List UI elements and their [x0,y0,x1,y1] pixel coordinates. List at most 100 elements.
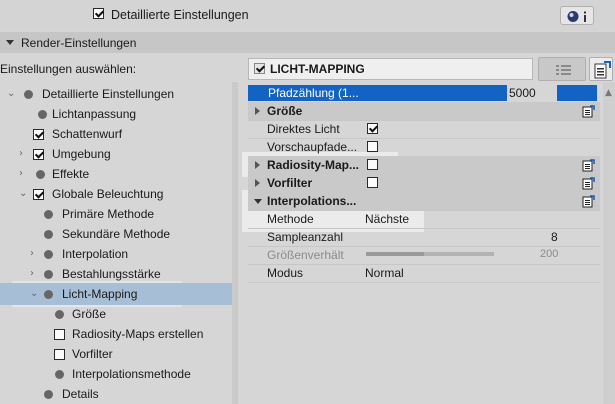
group-label: Größe [267,104,303,118]
tree-item-radiosity-maps[interactable]: Radiosity-Maps erstellen [0,324,232,344]
prefilter-group-checkbox[interactable] [367,177,378,188]
environment-checkbox[interactable] [33,149,44,160]
group-prefilter[interactable]: Vorfilter [248,174,600,193]
tree-item-environment[interactable]: › Umgebung [0,144,232,164]
bullet-icon [44,230,53,239]
bullet-icon [44,210,53,219]
panel-title: LICHT-MAPPING [270,62,365,76]
tree-item-label: Globale Beleuchtung [52,187,164,201]
list-icon [556,65,571,75]
expand-triangle-icon[interactable] [255,179,260,187]
tree-item-label: Lichtanpassung [52,107,137,121]
tree-item-details[interactable]: Details [0,384,232,404]
tree-item-detailed-settings[interactable]: ⌄ Detaillierte Einstellungen [0,84,232,104]
edit-group-icon[interactable] [581,103,596,118]
expand-triangle-icon[interactable] [255,161,260,169]
bullet-icon [36,170,45,179]
bullet-icon [44,250,53,259]
tree-item-label: Effekte [52,167,90,181]
path-count-value[interactable]: 5000 [509,86,536,100]
chevron-down-icon[interactable]: ⌄ [19,188,27,199]
scroll-up-icon[interactable]: ▲ [605,88,612,98]
tree-item-interpolation[interactable]: › Interpolation [0,244,232,264]
tree-item-size[interactable]: Größe [0,304,232,324]
detailed-settings-label: Detaillierte Einstellungen [111,8,249,22]
export-button[interactable] [589,57,613,81]
tree-item-label: Sekundäre Methode [62,227,171,241]
tree-item-secondary-method[interactable]: Sekundäre Methode [0,224,232,244]
group-label: Interpolations... [267,194,357,208]
tree-item-prefilter[interactable]: Vorfilter [0,344,232,364]
list-view-button[interactable] [538,57,586,81]
tree-item-label: Interpolationsmethode [72,367,191,381]
tree-item-light-adjust[interactable]: Lichtanpassung [0,104,232,124]
path-count-slider[interactable] [557,85,597,101]
row-sample-count[interactable]: Sampleanzahl 8 [248,228,600,247]
bullet-icon [38,110,47,119]
tree-item-light-mapping[interactable]: ⌄ Licht-Mapping [0,284,232,304]
bullet-icon [44,390,53,399]
mode-dropdown[interactable]: Normal [365,266,404,280]
gi-checkbox[interactable] [33,189,44,200]
chevron-down-icon[interactable]: ⌄ [7,88,15,99]
row-label: Vorschaupfade... [267,140,358,154]
tree-item-irradiance[interactable]: › Bestahlungsstärke [0,264,232,284]
radiosity-map-checkbox[interactable] [367,159,378,170]
row-label: Methode [267,212,314,226]
group-label: Radiosity-Map... [267,158,360,172]
tree-item-label: Größe [72,307,107,321]
detailed-settings-checkbox[interactable] [93,8,104,19]
tree-item-shadows[interactable]: Schattenwurf [0,124,232,144]
export-icon [594,61,611,79]
tree-scrollbar[interactable] [232,82,238,404]
chevron-right-icon[interactable]: › [19,148,23,159]
row-label: Sampleanzahl [267,230,344,244]
choose-settings-label: Einstellungen auswählen: [0,62,137,76]
row-method[interactable]: Methode Nächste [248,210,600,229]
tree-item-label: Licht-Mapping [62,287,138,301]
path-count-label: Pfadzählung (1... [268,86,359,100]
tree-item-primary-method[interactable]: Primäre Methode [0,204,232,224]
group-size[interactable]: Größe [248,102,600,121]
chevron-right-icon[interactable]: › [30,268,34,279]
row-mode[interactable]: Modus Normal [248,264,600,283]
bullet-icon [55,370,64,379]
group-interpolations[interactable]: Interpolations... [248,192,600,211]
bullet-icon [24,90,33,99]
collapse-triangle-icon[interactable] [6,40,14,45]
tree-item-effects[interactable]: › Effekte [0,164,232,184]
method-dropdown[interactable]: Nächste [365,212,409,226]
tree-item-global-illumination[interactable]: ⌄ Globale Beleuchtung [0,184,232,204]
edit-group-icon[interactable] [581,157,596,172]
tree-item-interpolation-method[interactable]: Interpolationsmethode [0,364,232,384]
light-mapping-checkbox[interactable] [254,63,265,74]
chevron-right-icon[interactable]: › [19,168,23,179]
group-label: Vorfilter [267,176,313,190]
row-direct-light[interactable]: Direktes Licht [248,120,600,139]
direct-light-checkbox[interactable] [367,123,378,134]
panel-scrollbar[interactable] [603,82,615,404]
radiosity-maps-checkbox[interactable] [54,329,65,340]
size-ratio-value: 200 [540,248,559,260]
chevron-right-icon[interactable]: › [30,248,34,259]
row-preview-paths[interactable]: Vorschaupfade... [248,138,600,157]
edit-group-icon[interactable] [581,193,596,208]
sample-count-value[interactable]: 8 [551,230,558,244]
tree-item-label: Interpolation [62,247,129,261]
expand-triangle-icon[interactable] [255,107,260,115]
tree-item-label: Bestahlungsstärke [62,267,161,281]
prefilter-checkbox[interactable] [54,349,65,360]
shadows-checkbox[interactable] [33,129,44,140]
tree-item-label: Vorfilter [72,347,113,361]
edit-group-icon[interactable] [581,175,596,190]
row-label: Modus [267,266,304,280]
info-button[interactable] [560,6,594,25]
collapse-triangle-icon[interactable] [254,199,262,204]
bullet-icon [44,270,53,279]
group-radiosity-maps[interactable]: Radiosity-Map... [248,156,600,175]
bullet-icon [44,290,53,299]
tree-item-label: Schattenwurf [52,127,123,141]
preview-paths-checkbox[interactable] [367,141,378,152]
row-label: Direktes Licht [267,122,340,136]
chevron-down-icon[interactable]: ⌄ [30,288,38,299]
